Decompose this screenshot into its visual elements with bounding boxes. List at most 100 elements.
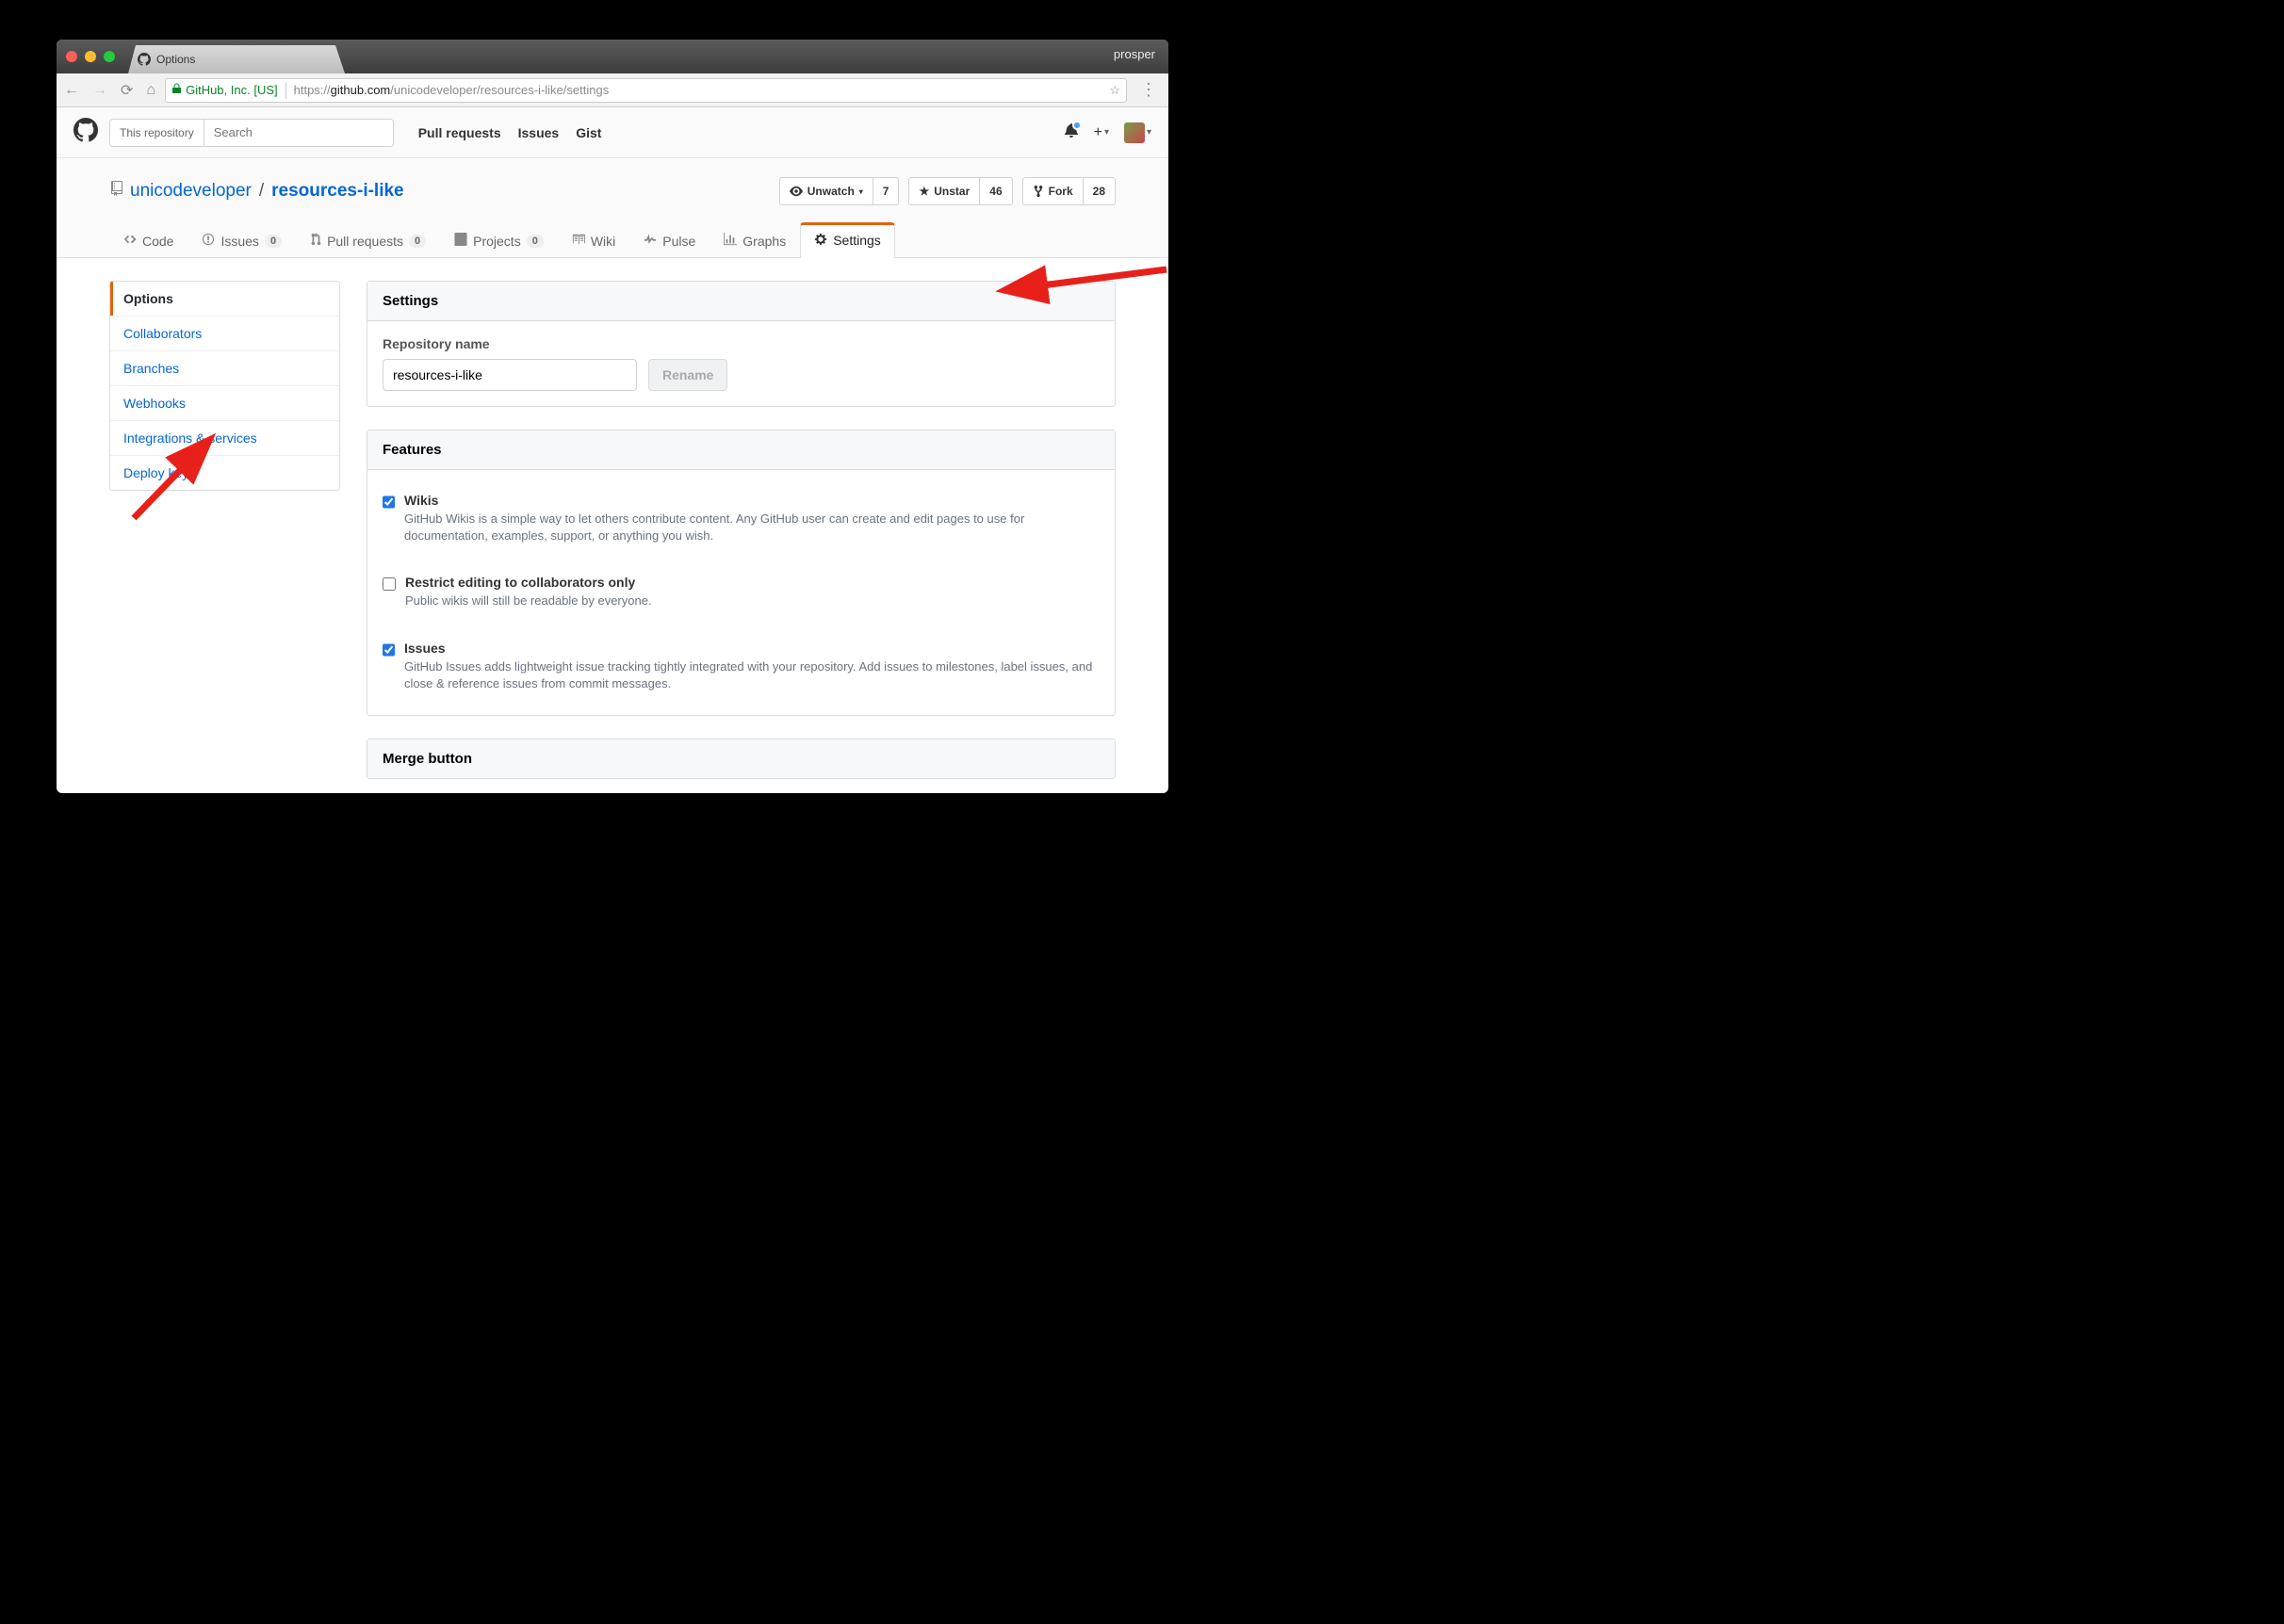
avatar-icon <box>1124 122 1145 143</box>
repo-name-input[interactable] <box>383 359 637 391</box>
gear-icon <box>814 233 827 249</box>
url-scheme: https:// <box>294 83 331 97</box>
tab-code[interactable]: Code <box>109 222 188 258</box>
repo-icon <box>109 181 124 202</box>
projects-counter: 0 <box>527 235 544 248</box>
fork-button[interactable]: Fork <box>1022 177 1084 205</box>
star-count[interactable]: 46 <box>980 177 1012 205</box>
restrict-label: Restrict editing to collaborators only <box>405 575 652 590</box>
features-panel-title: Features <box>367 430 1115 470</box>
sidebar-item-integrations[interactable]: Integrations & services <box>110 420 339 455</box>
browser-toolbar: ← → ⟳ ⌂ GitHub, Inc. [US] https://github… <box>57 73 1168 107</box>
search-input[interactable] <box>204 120 393 146</box>
star-group: ★ Unstar 46 <box>908 177 1012 205</box>
nav-pull-requests[interactable]: Pull requests <box>418 125 501 140</box>
tab-graphs-label: Graphs <box>742 234 786 249</box>
watch-count[interactable]: 7 <box>873 177 900 205</box>
url-host: github.com <box>331 83 391 97</box>
content-area: Options Collaborators Branches Webhooks … <box>57 258 1168 783</box>
unstar-button[interactable]: ★ Unstar <box>908 177 980 205</box>
tab-pull-requests[interactable]: Pull requests 0 <box>296 222 440 258</box>
forward-icon[interactable]: → <box>92 82 107 99</box>
secure-indicator: GitHub, Inc. [US] <box>171 83 278 97</box>
close-window-icon[interactable] <box>66 51 77 62</box>
wikis-label: Wikis <box>404 493 1100 508</box>
repo-tabs: Code Issues 0 Pull requests 0 P <box>109 222 1116 257</box>
tab-issues[interactable]: Issues 0 <box>188 222 296 258</box>
browser-tab[interactable]: Options <box>128 45 345 73</box>
repo-actions: Unwatch ▾ 7 ★ Unstar 46 Fork <box>779 177 1116 205</box>
wikis-description: GitHub Wikis is a simple way to let othe… <box>404 511 1100 544</box>
github-logo-icon[interactable] <box>73 118 98 147</box>
slash: / <box>259 181 264 202</box>
back-icon[interactable]: ← <box>64 82 79 99</box>
browser-window: Options prosper ← → ⟳ ⌂ GitHub, Inc. [US… <box>57 40 1168 793</box>
sidebar-item-deploy-keys[interactable]: Deploy keys <box>110 455 339 490</box>
lock-icon <box>171 83 182 97</box>
issue-icon <box>202 233 215 249</box>
browser-menu-icon[interactable]: ⋮ <box>1136 80 1161 100</box>
settings-panel: Settings Repository name Rename <box>367 281 1116 407</box>
tab-issues-label: Issues <box>220 234 258 249</box>
github-favicon-icon <box>138 53 151 66</box>
unwatch-button[interactable]: Unwatch ▾ <box>779 177 873 205</box>
notification-dot-icon <box>1072 121 1082 130</box>
maximize-window-icon[interactable] <box>104 51 115 62</box>
tab-title: Options <box>156 53 195 66</box>
window-controls <box>66 51 115 62</box>
pull-request-icon <box>310 233 321 249</box>
nav-gist[interactable]: Gist <box>576 125 601 140</box>
tab-settings[interactable]: Settings <box>800 222 895 258</box>
minimize-window-icon[interactable] <box>85 51 96 62</box>
search-box: This repository <box>109 119 394 147</box>
fork-count[interactable]: 28 <box>1084 177 1116 205</box>
home-icon[interactable]: ⌂ <box>146 82 155 99</box>
url-text: https://github.com/unicodeveloper/resour… <box>294 83 610 97</box>
restrict-description: Public wikis will still be readable by e… <box>405 593 652 609</box>
sidebar-item-webhooks[interactable]: Webhooks <box>110 385 339 420</box>
notifications-icon[interactable] <box>1064 122 1079 142</box>
issues-description: GitHub Issues adds lightweight issue tra… <box>404 658 1100 692</box>
merge-panel: Merge button <box>367 739 1116 779</box>
pulls-counter: 0 <box>409 235 426 248</box>
watch-group: Unwatch ▾ 7 <box>779 177 900 205</box>
tab-settings-label: Settings <box>833 233 881 248</box>
features-panel: Features Wikis GitHub Wikis is a simple … <box>367 430 1116 716</box>
tab-wiki[interactable]: Wiki <box>558 222 629 258</box>
tab-pulse[interactable]: Pulse <box>629 222 710 258</box>
unstar-label: Unstar <box>934 185 970 198</box>
reload-icon[interactable]: ⟳ <box>121 81 133 100</box>
issues-label: Issues <box>404 641 1100 656</box>
sidebar-item-options[interactable]: Options <box>110 282 339 316</box>
restrict-checkbox[interactable] <box>383 577 396 591</box>
address-bar[interactable]: GitHub, Inc. [US] https://github.com/uni… <box>165 78 1127 103</box>
main-column: Settings Repository name Rename Features <box>367 281 1116 760</box>
tab-graphs[interactable]: Graphs <box>710 222 800 258</box>
repo-name-link[interactable]: resources-i-like <box>271 181 403 202</box>
bookmark-star-icon[interactable]: ☆ <box>1109 83 1120 98</box>
settings-panel-title: Settings <box>367 282 1115 321</box>
search-scope[interactable]: This repository <box>110 120 204 146</box>
nav-issues[interactable]: Issues <box>518 125 560 140</box>
sidebar-item-collaborators[interactable]: Collaborators <box>110 316 339 350</box>
tab-projects[interactable]: Projects 0 <box>440 222 558 258</box>
repo-owner-link[interactable]: unicodeveloper <box>130 181 252 202</box>
pulse-icon <box>644 233 657 249</box>
secure-label: GitHub, Inc. [US] <box>186 83 278 97</box>
issues-checkbox[interactable] <box>383 643 395 657</box>
tab-code-label: Code <box>142 234 173 249</box>
rename-button[interactable]: Rename <box>648 359 727 391</box>
project-icon <box>454 233 467 249</box>
titlebar: Options prosper <box>57 40 1168 73</box>
sidebar-item-branches[interactable]: Branches <box>110 350 339 385</box>
tab-pulse-label: Pulse <box>662 234 695 249</box>
avatar-menu[interactable]: ▾ <box>1124 122 1151 143</box>
tab-pulls-label: Pull requests <box>327 234 403 249</box>
create-new-icon[interactable]: +▾ <box>1094 124 1109 141</box>
code-icon <box>123 233 137 249</box>
unwatch-label: Unwatch <box>808 185 855 198</box>
repo-header: unicodeveloper / resources-i-like Unwatc… <box>57 158 1168 258</box>
wikis-checkbox[interactable] <box>383 495 395 509</box>
profile-badge[interactable]: prosper <box>1114 47 1155 61</box>
tab-projects-label: Projects <box>473 234 521 249</box>
